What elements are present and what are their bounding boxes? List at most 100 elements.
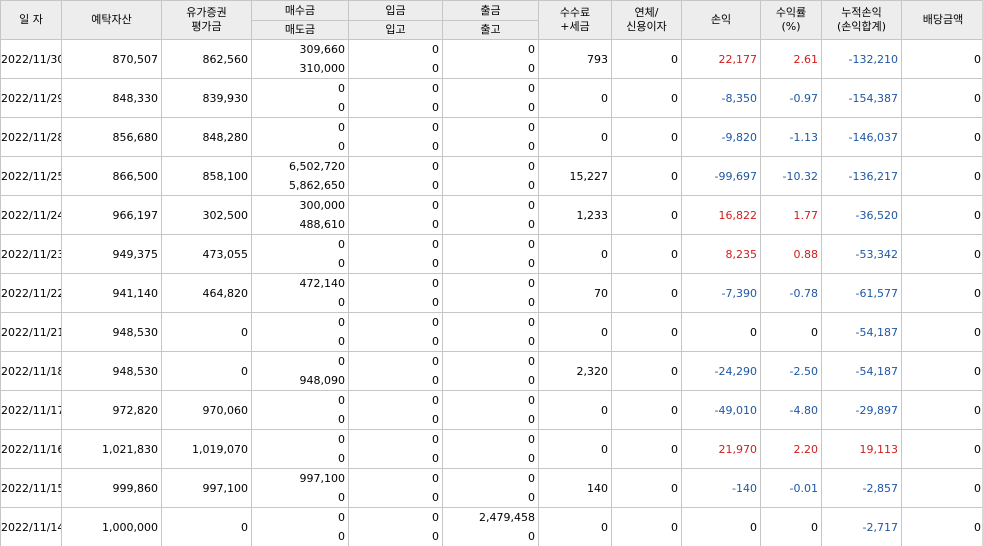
cell-pnl: -9,820 (681, 117, 761, 157)
table-row[interactable]: 2022/11/21 948,530 0 0 0 0 0 0 0 0 -54,187 0 (0, 312, 984, 352)
cell-securities-eval: 1,019,070 (161, 429, 252, 469)
table-row[interactable]: 2022/11/29 848,330 839,930 0 0 0 0 0 -8,350 -0.97… (0, 78, 984, 118)
cell-dividend: 0 (901, 312, 984, 352)
header-transfer-out-label: 출고 (480, 23, 501, 36)
cell-securities-eval: 862,560 (161, 39, 252, 79)
cell-securities-eval: 302,500 (161, 195, 252, 235)
cell-dividend: 0 (901, 234, 984, 274)
cell-date: 2022/11/21 (0, 312, 62, 352)
header-sell-amount[interactable]: 매도금 (251, 20, 349, 40)
cell-date: 2022/11/16 (0, 429, 62, 469)
cell-withdrawal: 0 (442, 351, 539, 371)
table-row[interactable]: 2022/11/18 948,530 0 0 0 0 2,320 0 -24,290 -2.50-… (0, 351, 984, 391)
header-return-rate[interactable]: 수익률 (%) (760, 0, 822, 40)
cell-buy-amount: 0 (251, 507, 349, 527)
cell-buy-amount: 0 (251, 390, 349, 410)
cell-sell-amount: 310,000 (251, 59, 349, 79)
cell-deposit-assets: 948,530 (61, 312, 162, 352)
header-fee-tax[interactable]: 수수료 +세금 (538, 0, 612, 40)
cell-dividend: 0 (901, 78, 984, 118)
cell-transfer-in: 0 (348, 449, 443, 469)
cell-fee-tax: 0 (538, 234, 612, 274)
cell-buy-amount: 997,100 (251, 468, 349, 488)
cell-securities-eval: 997,100 (161, 468, 252, 508)
header-deposit-assets[interactable]: 예탁자산 (61, 0, 162, 40)
header-transfer-in[interactable]: 입고 (348, 20, 443, 40)
cell-dividend: 0 (901, 429, 984, 469)
table-row[interactable]: 2022/11/22 941,140 464,820 472,140 0 0 70 0 -7,3… (0, 273, 984, 313)
header-deposit[interactable]: 입금 (348, 0, 443, 21)
cell-return-rate: 2.61 (760, 39, 822, 79)
header-overdue-line1: 연체/ (634, 6, 659, 19)
table-row[interactable]: 2022/11/23 949,375 473,055 0 0 0 0 0 8,235 0.88 -5… (0, 234, 984, 274)
header-securities-eval-line1: 유가증권 (186, 6, 227, 19)
cell-fee-tax: 0 (538, 117, 612, 157)
cell-deposit-assets: 999,860 (61, 468, 162, 508)
cell-withdrawal: 0 (442, 234, 539, 254)
cell-deposit-assets: 966,197 (61, 195, 162, 235)
cell-withdrawal: 0 (442, 156, 539, 176)
header-securities-eval[interactable]: 유가증권 평가금 (161, 0, 252, 40)
table-header: 일 자 예탁자산 유가증권 평가금 매수금 입금 출금 수수료 +세금 연체/신용이… (0, 0, 984, 40)
cell-buy-amount: 300,000 (251, 195, 349, 215)
cell-securities-eval: 0 (161, 507, 252, 546)
cell-deposit: 0 (348, 156, 443, 176)
cell-withdrawal: 0 (442, 78, 539, 98)
header-pnl-label: 손익 (710, 13, 732, 26)
cell-withdrawal: 0 (442, 429, 539, 449)
cell-dividend: 0 (901, 468, 984, 508)
cell-sell-amount: 0 (251, 449, 349, 469)
table-body: 2022/11/30 870,507 862,560 309,660 0 0 793 0 22,… (0, 39, 984, 546)
cell-deposit: 0 (348, 273, 443, 293)
cell-overdue-interest: 0 (611, 39, 682, 79)
cell-fee-tax: 0 (538, 390, 612, 430)
cell-fee-tax: 0 (538, 312, 612, 352)
cell-deposit-assets: 972,820 (61, 390, 162, 430)
cell-deposit-assets: 948,530 (61, 351, 162, 391)
cell-pnl: -8,350 (681, 78, 761, 118)
cell-overdue-interest: 0 (611, 312, 682, 352)
cell-cumulative-pnl: -2,857 (821, 468, 902, 508)
cell-securities-eval: 0 (161, 351, 252, 391)
table-row[interactable]: 2022/11/17 972,820 970,060 0 0 0 0 0 -49,010 -4.8… (0, 390, 984, 430)
cell-fee-tax: 1,233 (538, 195, 612, 235)
table-row[interactable]: 2022/11/16 1,021,830 1,019,070 0 0 0 0 0 21,970 2… (0, 429, 984, 469)
header-transfer-out[interactable]: 출고 (442, 20, 539, 40)
header-overdue-interest[interactable]: 연체/신용이자 (611, 0, 682, 40)
header-date-label: 일 자 (19, 13, 43, 26)
table-row[interactable]: 2022/11/24 966,197 302,500 300,000 0 0 1,233 0 1… (0, 195, 984, 235)
table-row[interactable]: 2022/11/28 856,680 848,280 0 0 0 0 0 -9,820 -1.13… (0, 117, 984, 157)
cell-deposit: 0 (348, 351, 443, 371)
cell-transfer-in: 0 (348, 488, 443, 508)
cell-transfer-out: 0 (442, 59, 539, 79)
header-dividend[interactable]: 배당금액 (901, 0, 984, 40)
cell-overdue-interest: 0 (611, 351, 682, 391)
cell-cumulative-pnl: -61,577 (821, 273, 902, 313)
header-deposit-assets-label: 예탁자산 (91, 13, 132, 26)
daily-account-history-grid: 일 자 예탁자산 유가증권 평가금 매수금 입금 출금 수수료 +세금 연체/신용이… (0, 0, 984, 546)
header-date[interactable]: 일 자 (0, 0, 62, 40)
header-fee-tax-line2: +세금 (560, 20, 590, 33)
cell-withdrawal: 0 (442, 195, 539, 215)
cell-pnl: 22,177 (681, 39, 761, 79)
table-row[interactable]: 2022/11/30 870,507 862,560 309,660 0 0 793 0 22,… (0, 39, 984, 79)
cell-cumulative-pnl: -146,037 (821, 117, 902, 157)
header-withdrawal-label: 출금 (480, 3, 501, 17)
header-pnl[interactable]: 손익 (681, 0, 761, 40)
cell-transfer-in: 0 (348, 176, 443, 196)
table-row[interactable]: 2022/11/15 999,860 997,100 997,100 0 0 140 0 -14… (0, 468, 984, 508)
table-row[interactable]: 2022/11/14 1,000,000 0 0 0 2,479,458 0 0 0 0 -2,71… (0, 507, 984, 546)
header-withdrawal[interactable]: 출금 (442, 0, 539, 21)
cell-overdue-interest: 0 (611, 507, 682, 546)
cell-sell-amount: 0 (251, 98, 349, 118)
cell-date: 2022/11/23 (0, 234, 62, 274)
cell-return-rate: 0.88 (760, 234, 822, 274)
header-buy-amount[interactable]: 매수금 (251, 0, 349, 21)
cell-securities-eval: 858,100 (161, 156, 252, 196)
cell-transfer-out: 0 (442, 527, 539, 546)
cell-transfer-in: 0 (348, 215, 443, 235)
table-row[interactable]: 2022/11/25 866,500 858,100 6,502,720 0 0 15,22… (0, 156, 984, 196)
header-cumulative-pnl[interactable]: 누적손익 (손익합계) (821, 0, 902, 40)
cell-dividend: 0 (901, 507, 984, 546)
cell-cumulative-pnl: -154,387 (821, 78, 902, 118)
